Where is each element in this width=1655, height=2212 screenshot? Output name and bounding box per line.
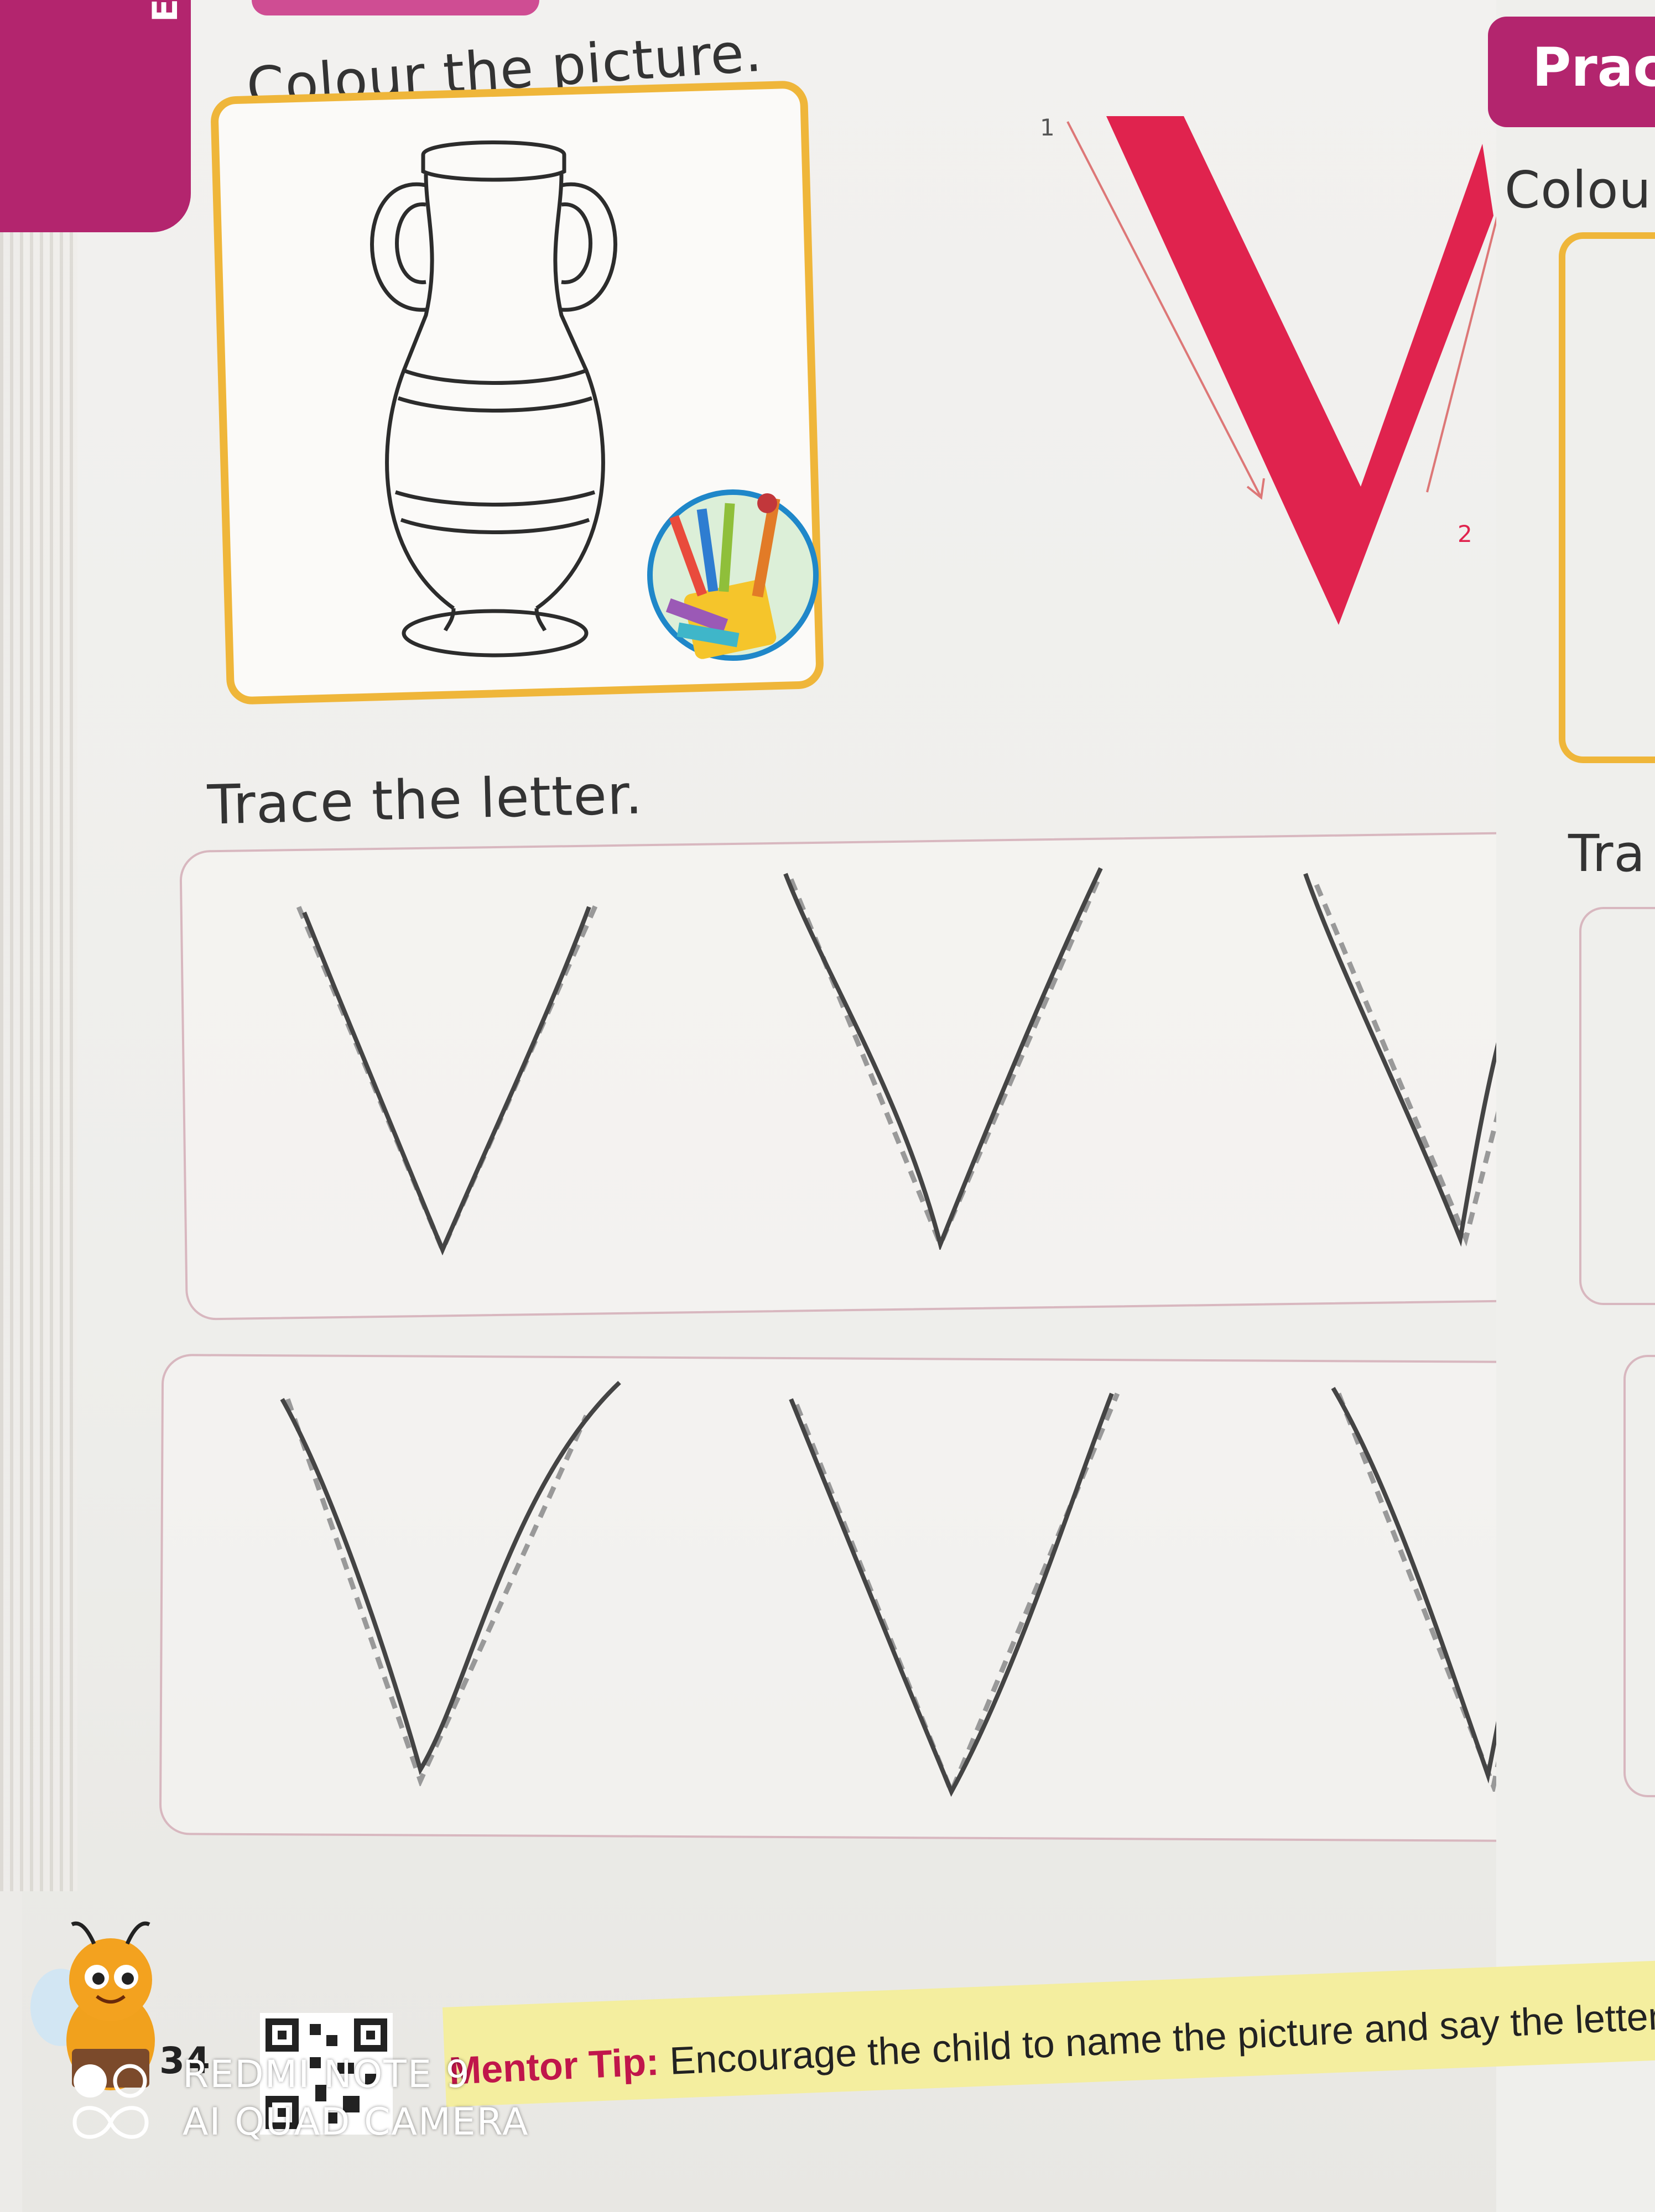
crayon-cup-icon — [647, 489, 819, 661]
trace-instruction: Trace the letter. — [206, 763, 644, 837]
subject-side-tab: Englis — [0, 0, 191, 232]
stroke-1-number: 1 — [1040, 114, 1055, 141]
traced-letter-v-2[interactable] — [783, 867, 1103, 1250]
page-edges — [0, 232, 77, 1891]
right-picture-frame — [1559, 232, 1655, 763]
dashed-guide-v-4 — [285, 1398, 589, 1786]
letter-v-guide: 1 2 — [1040, 114, 1506, 625]
right-colour-instruction: Colou — [1505, 160, 1652, 220]
dashed-guide-v-2 — [788, 873, 1104, 1250]
right-trace-instruction: Tra — [1568, 824, 1646, 883]
mentor-tip-label: Mentor Tip: — [448, 2039, 660, 2093]
side-tab-label: Englis — [145, 0, 185, 22]
top-ribbon — [252, 0, 539, 15]
right-page-tab: Prac — [1488, 17, 1655, 127]
watermark-line-2: AI QUAD CAMERA — [183, 2100, 529, 2144]
traced-letter-v-5[interactable] — [789, 1392, 1114, 1797]
watermark-line-1: REDMI NOTE 9 — [183, 2053, 471, 2096]
right-trace-box-2 — [1623, 1355, 1655, 1797]
traced-letter-v-4[interactable] — [280, 1381, 621, 1775]
letter-v-shape — [1106, 116, 1493, 625]
vase-illustration — [370, 140, 617, 658]
stroke-2-number: 2 — [1458, 520, 1472, 547]
camera-lens-logo-icon — [72, 2064, 149, 2139]
traced-letter-v-1[interactable] — [288, 896, 620, 1255]
dashed-guide-v-5 — [794, 1392, 1120, 1798]
right-trace-box-1 — [1579, 907, 1655, 1305]
